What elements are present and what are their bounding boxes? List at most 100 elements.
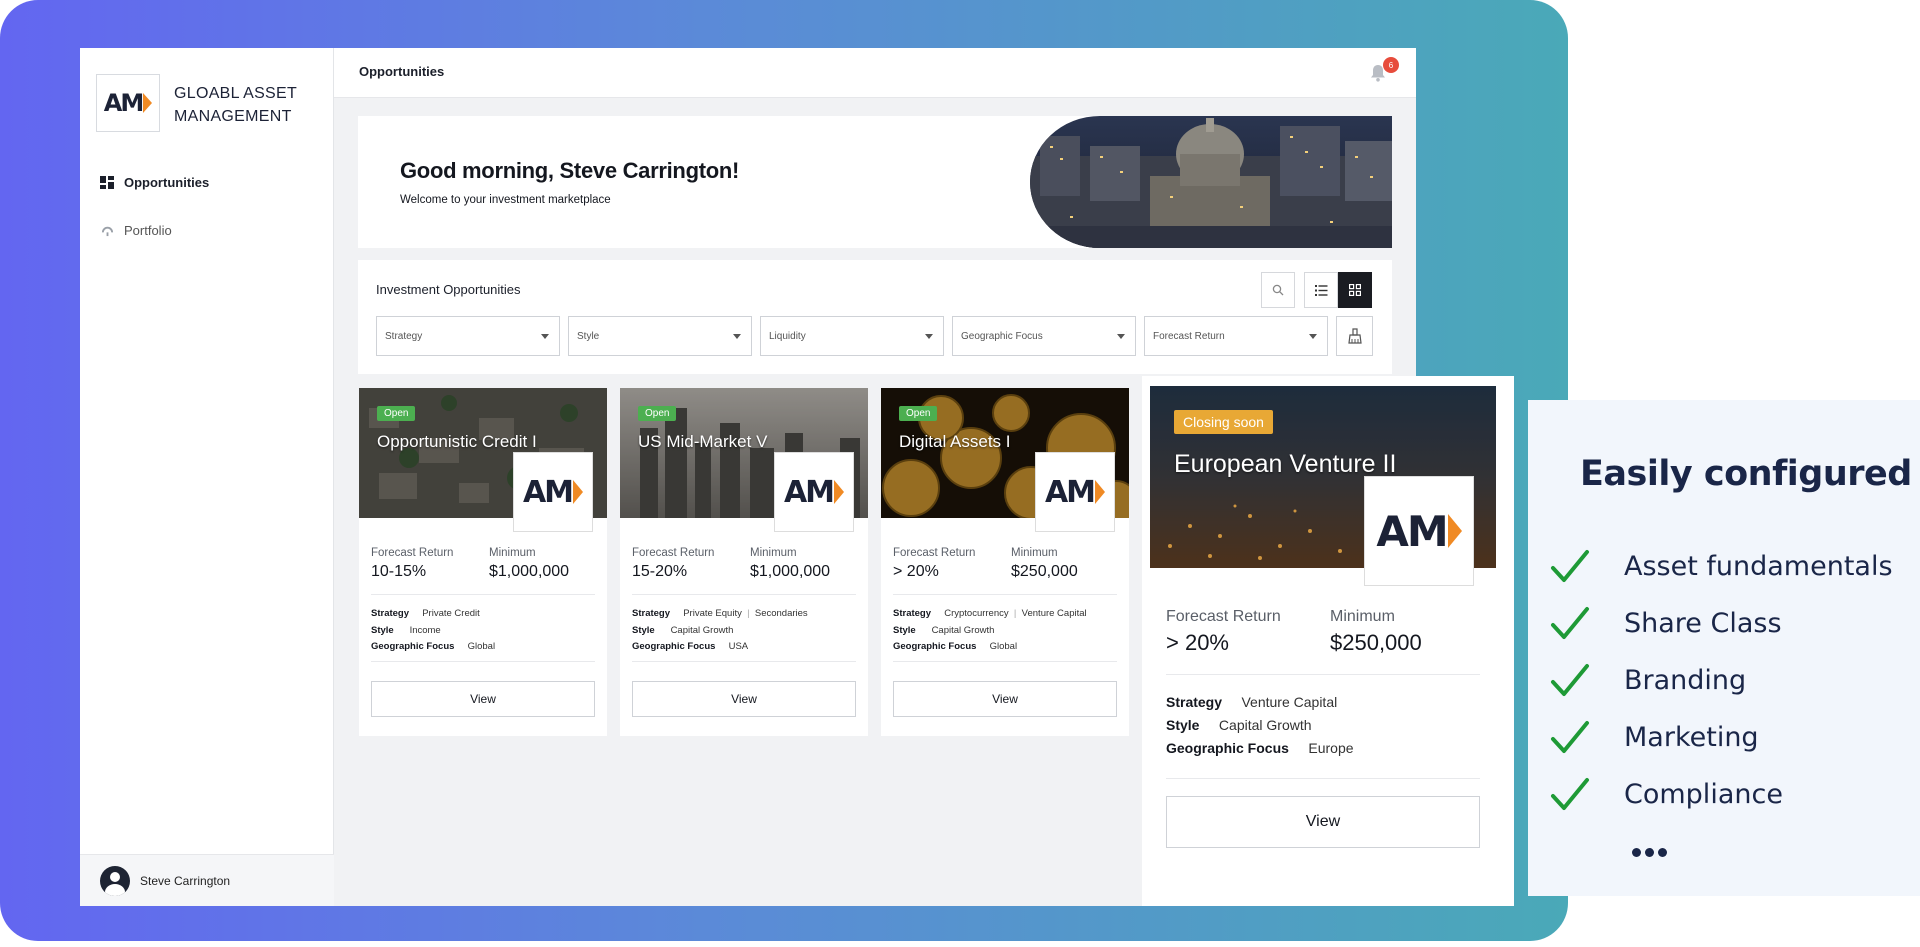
style-label: Style — [632, 625, 655, 636]
view-button[interactable]: View — [893, 681, 1117, 717]
minimum-label: Minimum — [1011, 547, 1058, 559]
divider — [1166, 674, 1480, 675]
strategy-value: Venture Capital — [1241, 694, 1338, 710]
style-select[interactable]: Style — [568, 316, 752, 356]
chevron-down-icon — [1309, 334, 1317, 339]
feature-item: Branding — [1550, 660, 1746, 700]
chevron-down-icon — [733, 334, 741, 339]
dashboard-icon — [100, 175, 114, 189]
logo-arrow-icon — [1095, 480, 1106, 504]
geo-label: Geographic Focus — [893, 641, 977, 652]
style-value: Capital Growth — [931, 625, 995, 636]
forecast-return-select-value: Forecast Return — [1153, 330, 1225, 342]
style-row: Style Capital Growth — [893, 625, 994, 636]
forecast-return-select[interactable]: Forecast Return — [1144, 316, 1328, 356]
feature-label: Marketing — [1624, 721, 1759, 753]
geographic-focus-select[interactable]: Geographic Focus — [952, 316, 1136, 356]
filters-panel: Investment Opportunities Strategy Style … — [358, 260, 1392, 374]
forecast-label: Forecast Return — [632, 547, 715, 559]
feature-panel-title: Easily configured — [1580, 454, 1912, 494]
geo-label: Geographic Focus — [632, 641, 716, 652]
section-title: Investment Opportunities — [376, 282, 521, 297]
list-view-icon — [1314, 284, 1327, 296]
style-value: Capital Growth — [1218, 717, 1312, 733]
opportunity-card: Open US Mid-Market V AM Forecast Return … — [620, 388, 868, 736]
logo-text: AM — [103, 89, 144, 117]
sidebar-item-label: Opportunities — [124, 174, 210, 190]
city-skyline-image — [1030, 116, 1392, 248]
more-dots-icon — [1632, 848, 1667, 857]
greeting-subtitle: Welcome to your investment marketplace — [400, 194, 611, 206]
strategy-value: Private Credit — [422, 608, 480, 619]
user-name: Steve Carrington — [140, 873, 231, 888]
check-icon — [1551, 550, 1589, 582]
forecast-label: Forecast Return — [1166, 608, 1281, 625]
view-button[interactable]: View — [371, 681, 595, 717]
status-badge: Open — [899, 406, 938, 421]
divider — [371, 594, 595, 595]
view-button[interactable]: View — [1166, 796, 1480, 848]
sidebar-item-portfolio[interactable]: Portfolio — [100, 218, 172, 242]
geo-label: Geographic Focus — [371, 641, 455, 652]
logo-arrow-icon — [834, 480, 845, 504]
minimum-value: $1,000,000 — [489, 563, 570, 580]
list-view-button[interactable] — [1304, 272, 1338, 308]
strategy-label: Strategy — [1166, 694, 1223, 710]
strategy-row: Strategy Private Equity | Secondaries — [632, 608, 808, 619]
style-label: Style — [1166, 717, 1200, 733]
card-title: US Mid-Market V — [638, 432, 768, 451]
grid-view-button[interactable] — [1338, 272, 1372, 308]
feature-label: Compliance — [1624, 778, 1783, 810]
geo-row: Geographic Focus Global — [371, 641, 495, 652]
strategy-select[interactable]: Strategy — [376, 316, 560, 356]
strategy-row: Strategy Cryptocurrency | Venture Capita… — [893, 608, 1087, 619]
check-icon — [1551, 664, 1589, 696]
fund-logo: AM — [1035, 452, 1115, 532]
geo-row: Geographic Focus Europe — [1166, 740, 1354, 756]
minimum-value: $250,000 — [1011, 563, 1078, 580]
divider — [1166, 778, 1480, 779]
view-button[interactable]: View — [632, 681, 856, 717]
search-icon — [1272, 284, 1284, 296]
card-title: Opportunistic Credit I — [377, 432, 537, 451]
sidebar-item-opportunities[interactable]: Opportunities — [100, 170, 209, 194]
status-badge: Closing soon — [1174, 410, 1273, 434]
strategy-select-value: Strategy — [385, 330, 423, 342]
sidebar-item-label: Portfolio — [124, 222, 172, 238]
logo-arrow-icon — [1447, 514, 1462, 548]
screenshot-canvas: AM GLOABL ASSET MANAGEMENT Opportunities… — [0, 0, 1920, 947]
feature-label: Asset fundamentals — [1624, 550, 1893, 582]
status-badge: Open — [377, 406, 416, 421]
geo-label: Geographic Focus — [1166, 740, 1289, 756]
brand-name: GLOABL ASSET MANAGEMENT — [174, 85, 297, 125]
liquidity-select[interactable]: Liquidity — [760, 316, 944, 356]
opportunity-card: Open Opportunistic Credit I AM Forecast … — [359, 388, 607, 736]
logo-text: AM — [1044, 474, 1096, 510]
chevron-down-icon — [925, 334, 933, 339]
geo-value: USA — [728, 641, 749, 652]
card-title: Digital Assets I — [899, 432, 1011, 451]
forecast-label: Forecast Return — [371, 547, 454, 559]
style-row: Style Capital Growth — [1166, 717, 1312, 733]
user-profile[interactable]: Steve Carrington — [80, 854, 334, 906]
status-badge: Open — [638, 406, 677, 421]
feature-panel: Easily configured Asset fundamentals Sha… — [1528, 400, 1920, 896]
check-icon — [1551, 607, 1589, 639]
feature-label: Branding — [1624, 664, 1747, 696]
search-button[interactable] — [1261, 272, 1295, 308]
top-bar: Opportunities 6 — [334, 48, 1416, 98]
forecast-value: > 20% — [1166, 630, 1229, 655]
strategy-row: Strategy Venture Capital — [1166, 694, 1337, 710]
divider — [893, 661, 1117, 662]
geo-row: Geographic Focus Global — [893, 641, 1017, 652]
clear-filters-button[interactable] — [1336, 316, 1373, 356]
strategy-value: Cryptocurrency — [944, 608, 1009, 619]
grid-view-icon — [1349, 284, 1361, 296]
strategy-label: Strategy — [893, 608, 932, 619]
strategy-value: Private Equity — [683, 608, 742, 619]
brand-logo: AM — [96, 74, 160, 132]
strategy-value: Secondaries — [754, 608, 808, 619]
liquidity-select-value: Liquidity — [769, 330, 806, 342]
portfolio-icon — [100, 223, 114, 237]
geo-row: Geographic Focus USA — [632, 641, 748, 652]
